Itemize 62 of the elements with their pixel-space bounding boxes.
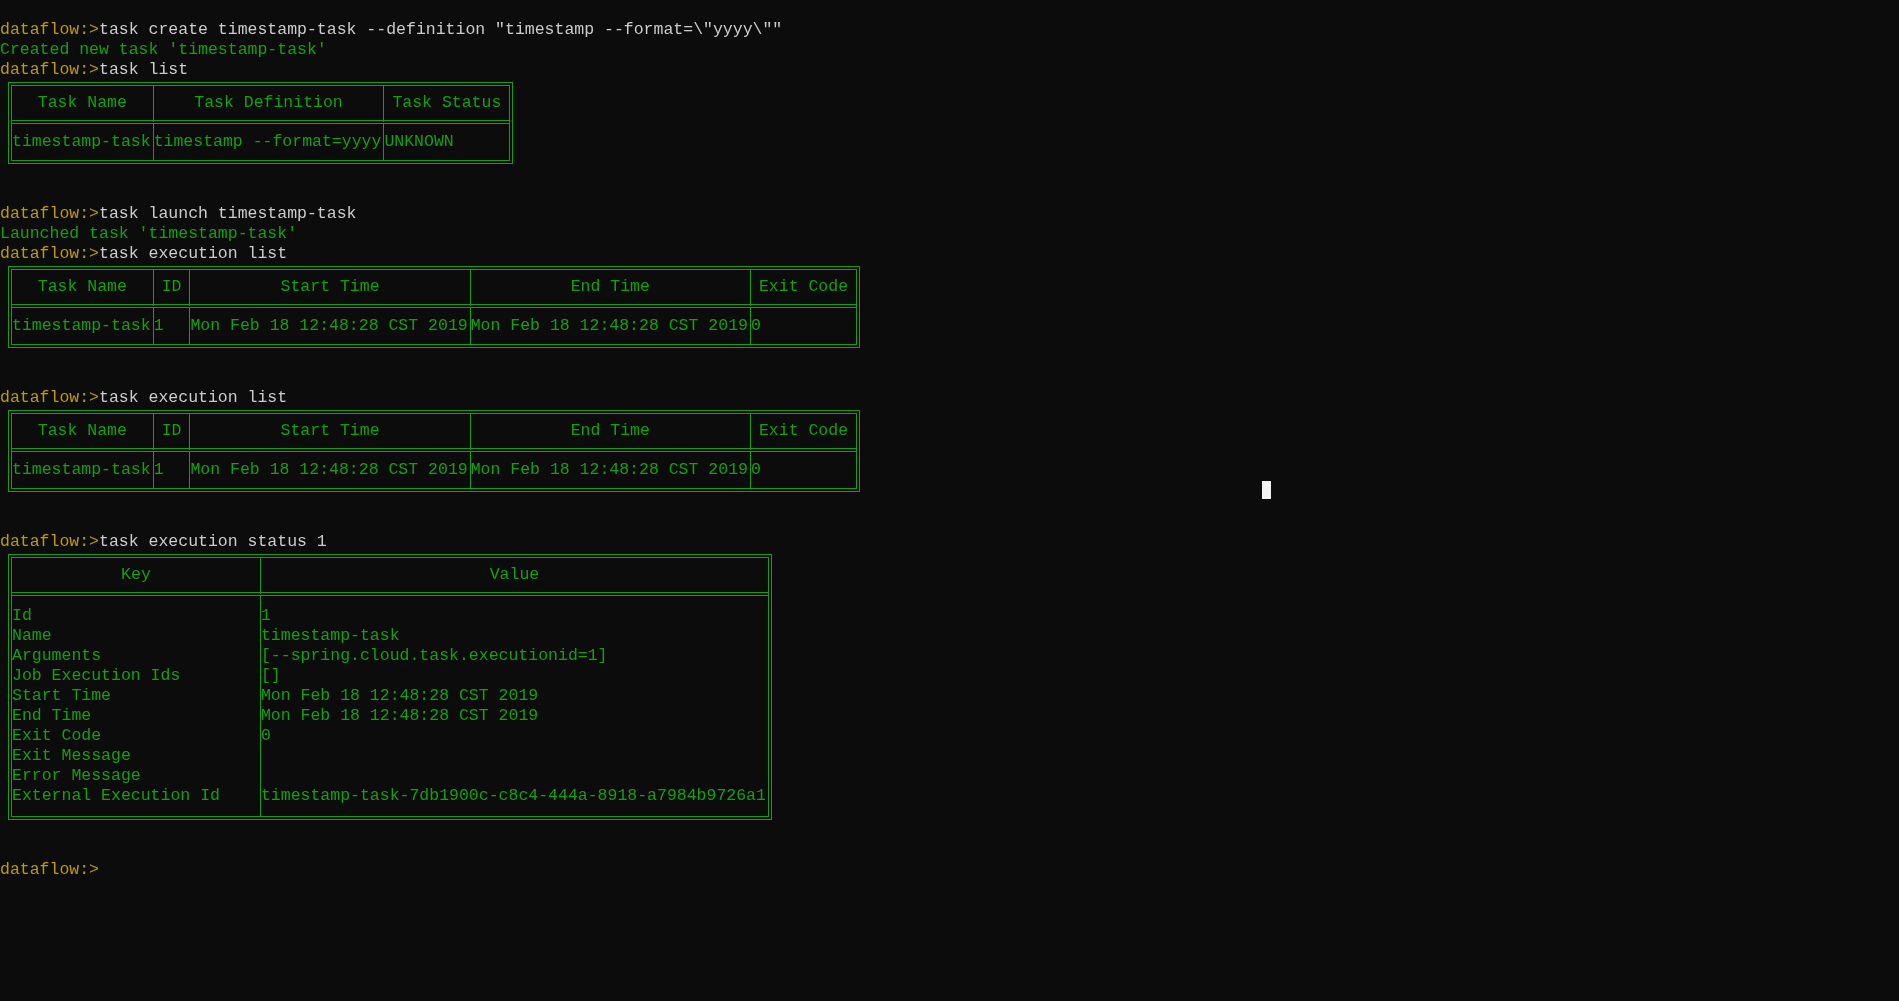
command-text: task list <box>99 60 189 80</box>
table-cell-text: timestamp-task <box>12 131 152 153</box>
table-cell-text: Job Execution Ids <box>12 666 182 686</box>
column-header: Start Time <box>189 414 470 452</box>
column-header: End Time <box>469 414 750 452</box>
command-text: task execution list <box>99 244 288 264</box>
command-text: task execution list <box>99 388 288 408</box>
column-header: ID <box>152 270 190 308</box>
table-cell-text: Start Time <box>12 686 113 706</box>
table-cell: [--spring.cloud.task.executionid=1] <box>259 646 768 666</box>
command-text: task execution status 1 <box>99 532 327 552</box>
table-cell: Mon Feb 18 12:48:28 CST 2019 <box>469 452 750 488</box>
table-cell-text: Arguments <box>12 646 103 666</box>
table-cell: Mon Feb 18 12:48:28 CST 2019 <box>469 308 750 344</box>
table-cell-text: timestamp-task <box>12 459 152 481</box>
table-cell-text: End Time <box>12 706 93 726</box>
command-text: task create timestamp-task --definition "timestamp --format=\"yyyy\"" <box>99 20 783 40</box>
table-cell: 0 <box>749 452 857 488</box>
table-cell: timestamp --format=yyyy <box>152 124 384 160</box>
column-header: Value <box>259 558 768 596</box>
shell-prompt: dataflow:> <box>0 20 100 40</box>
table-cell: timestamp-task <box>259 626 768 646</box>
table-cell: 1 <box>152 308 190 344</box>
output-text: Created new task 'timestamp-task' <box>0 40 327 59</box>
column-header: Exit Code <box>749 414 857 452</box>
column-header: Key <box>12 558 260 596</box>
column-header: Task Definition <box>152 86 384 124</box>
table-cell: Mon Feb 18 12:48:28 CST 2019 <box>189 308 470 344</box>
shell-prompt: dataflow:> <box>0 860 100 880</box>
column-header: Start Time <box>189 270 470 308</box>
column-header: ID <box>152 414 190 452</box>
column-header: Task Status <box>383 86 510 124</box>
output-text: Launched task 'timestamp-task' <box>0 224 298 243</box>
table-cell-text: timestamp-task <box>12 315 152 337</box>
shell-prompt: dataflow:> <box>0 204 100 224</box>
table-cell: UNKNOWN <box>383 124 510 160</box>
table-cell: 0 <box>259 726 768 746</box>
text-cursor <box>1262 481 1271 499</box>
table-cell-text: External Execution Id <box>12 786 221 807</box>
column-header: End Time <box>469 270 750 308</box>
table-cell: timestamp-task-7db1900c-c8c4-444a-8918-a7984b9726a1 <box>259 786 768 816</box>
table-cell: Mon Feb 18 12:48:28 CST 2019 <box>259 706 768 726</box>
table-cell: 1 <box>259 596 768 626</box>
table-cell-text: Id <box>12 605 33 626</box>
column-header: Exit Code <box>749 270 857 308</box>
table-cell: Mon Feb 18 12:48:28 CST 2019 <box>259 686 768 706</box>
column-header: Task Name <box>12 270 153 308</box>
table-cell: [] <box>259 666 768 686</box>
shell-prompt: dataflow:> <box>0 532 100 552</box>
table-cell-text: Error Message <box>12 766 142 786</box>
table-cell-text: Exit Message <box>12 746 132 766</box>
column-header: Task Name <box>12 86 153 124</box>
shell-prompt: dataflow:> <box>0 60 100 80</box>
column-header: Task Name <box>12 414 153 452</box>
table-cell: 1 <box>152 452 190 488</box>
table-cell: Mon Feb 18 12:48:28 CST 2019 <box>189 452 470 488</box>
table-cell-text: Exit Code <box>12 726 103 746</box>
table-cell-text: Name <box>12 626 53 646</box>
shell-prompt: dataflow:> <box>0 244 100 264</box>
table-cell: 0 <box>749 308 857 344</box>
command-text: task launch timestamp-task <box>99 204 357 224</box>
shell-prompt: dataflow:> <box>0 388 100 408</box>
